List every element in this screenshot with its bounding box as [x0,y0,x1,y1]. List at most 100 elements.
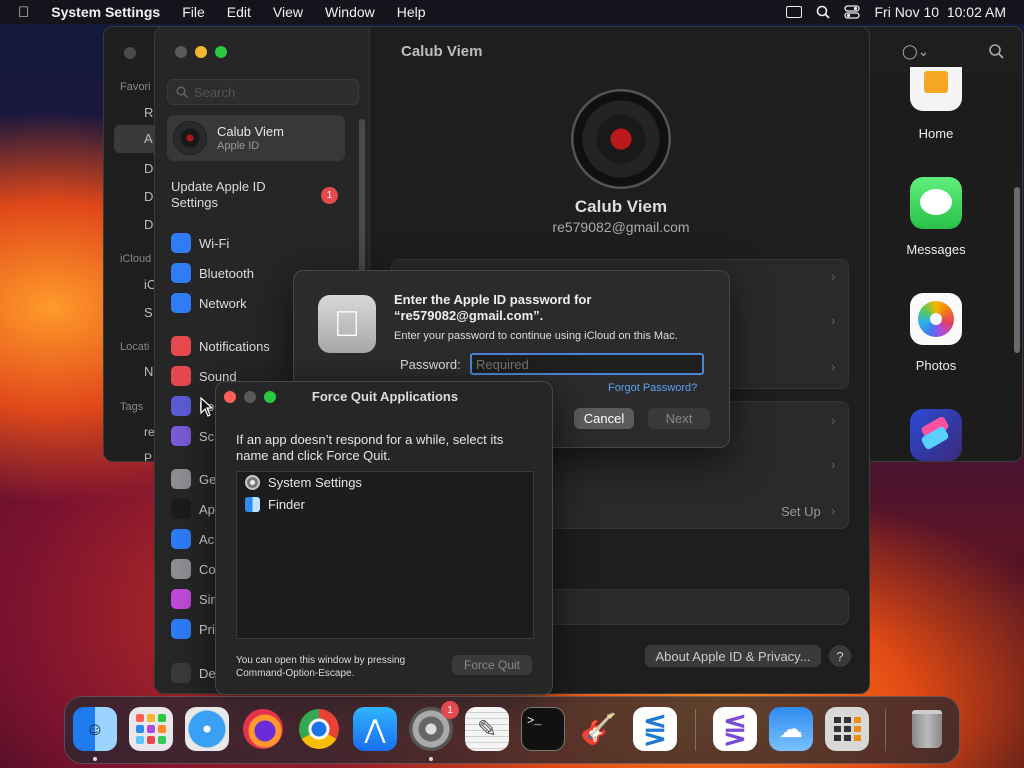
trash-dock-icon[interactable] [905,707,949,751]
gear-icon [245,475,260,490]
sidebar-item-label: Ap [199,501,215,517]
safari-dock-icon[interactable] [185,707,229,751]
siri-icon [171,589,191,609]
launchpad-dock-icon[interactable] [129,707,173,751]
sidebar-item-label: Bluetooth [199,265,254,281]
update-apple-id-settings[interactable]: Update Apple ID Settings 1 [171,179,361,213]
appearance-icon [171,499,191,519]
set-up-button[interactable]: Set Up [781,504,821,519]
firefox-dock-icon[interactable] [241,707,285,751]
sidebar-item-label: Ac [199,531,215,547]
accessibility-icon [171,529,191,549]
sidebar-item[interactable]: Ge [171,468,216,490]
sidebar-item-label: Notifications [199,338,270,354]
messages-app-label: Messages [906,242,966,257]
search-placeholder: Search [194,84,236,100]
force-quit-hint: You can open this window by pressing Com… [236,655,406,679]
shortcuts-app-icon[interactable] [910,409,962,461]
menu-window[interactable]: Window [314,4,386,20]
sidebar-item[interactable]: De [171,662,216,684]
launcher-scrollbar[interactable] [1014,187,1020,353]
home-app-icon[interactable] [910,67,962,111]
sidebar-item[interactable]: Wi-Fi [171,232,229,254]
menu-app-name[interactable]: System Settings [40,4,171,20]
sidebar-item[interactable]: Sir [171,588,215,610]
page-title: Calub Viem [401,43,483,60]
visual-studio-dock-icon[interactable]: ⋚ [713,707,757,751]
sidebar-item[interactable]: Ac [171,528,214,550]
dock-separator [695,709,696,751]
sidebar-item[interactable]: Notifications [171,335,270,357]
force-quit-button[interactable]: Force Quit [452,655,532,675]
dock: ☺ ⋀ 1 ✎ >_ 🎸 ⋚ ⋚ ☁ [64,696,960,764]
about-apple-id-privacy-button[interactable]: About Apple ID & Privacy... [645,645,821,667]
messages-app-icon[interactable] [910,177,962,229]
next-button[interactable]: Next [648,408,710,429]
avatar [173,121,207,155]
app-list: System Settings Finder [236,471,534,639]
menu-edit[interactable]: Edit [216,4,262,20]
menu-file[interactable]: File [171,4,216,20]
dialog-message: Enter your password to continue using iC… [394,330,678,342]
sidebar-item[interactable]: Co [171,558,216,580]
dock-separator [885,709,886,751]
cancel-button[interactable]: Cancel [574,408,634,429]
apple-id-account-row[interactable]: Calub Viem Apple ID [167,115,345,161]
app-store-dock-icon[interactable]: ⋀ [353,707,397,751]
bell-icon [171,336,191,356]
sidebar-item[interactable]: Network [171,292,247,314]
speaker-icon [171,366,191,386]
profile-avatar[interactable] [571,89,671,189]
chrome-dock-icon[interactable] [297,707,341,751]
window-switch-icon[interactable] [786,6,803,18]
back-sidebar-locations: Locati [120,341,150,353]
chevron-right-icon: › [831,269,836,284]
search-icon[interactable] [988,43,1004,59]
apple-logo-icon:  [318,295,376,353]
menu-view[interactable]: View [262,4,314,20]
apple-menu-icon[interactable]:  [0,4,40,21]
photos-app-label: Photos [915,358,957,373]
sidebar-item[interactable]: Ap [171,498,215,520]
chevron-right-icon: › [831,457,836,472]
menu-help[interactable]: Help [386,4,437,20]
app-name: System Settings [268,475,362,490]
finder-dock-icon[interactable]: ☺ [73,707,117,751]
close-window-button[interactable] [175,46,187,58]
home-app-label: Home [918,126,954,141]
profile-email: re579082@gmail.com [552,219,690,235]
list-item[interactable]: System Settings [245,475,362,490]
garageband-dock-icon[interactable]: 🎸 [577,707,621,751]
password-input[interactable] [470,353,704,375]
desktop-icon [171,663,191,683]
sidebar-item[interactable]: Bluetooth [171,262,254,284]
account-name: Calub Viem [217,124,284,139]
photos-app-icon[interactable] [910,293,962,345]
minimize-window-button[interactable] [195,46,207,58]
account-sub: Apple ID [217,140,260,152]
sidebar-item[interactable]: Sc [171,425,214,447]
calculator-dock-icon[interactable] [825,707,869,751]
menu-clock[interactable]: Fri Nov 10 10:02 AM [874,4,1006,20]
sidebar-item[interactable]: Pri [171,618,215,640]
control-center-icon[interactable] [844,5,861,19]
more-options-icon[interactable]: ◯⌄ [902,43,929,60]
list-item[interactable]: Finder [245,497,305,512]
update-badge: 1 [321,187,338,204]
back-sidebar-item: S [144,305,153,320]
sidebar-item-label: Pri [199,621,215,637]
forgot-password-link[interactable]: Forgot Password? [608,382,697,394]
search-field[interactable]: Search [167,79,359,105]
weather-dock-icon[interactable]: ☁ [769,707,813,751]
zoom-window-button[interactable] [215,46,227,58]
textedit-dock-icon[interactable]: ✎ [465,707,509,751]
finder-icon [245,497,260,512]
vscode-dock-icon[interactable]: ⋚ [633,707,677,751]
help-button[interactable]: ? [829,645,851,667]
force-quit-title: Force Quit Applications [311,389,459,404]
terminal-dock-icon[interactable]: >_ [521,707,565,751]
sidebar-item-label: Sir [199,591,215,607]
update-label: Update Apple ID Settings [171,179,266,210]
menu-bar:  System Settings File Edit View Window … [0,0,1024,24]
spotlight-search-icon[interactable] [816,5,831,19]
